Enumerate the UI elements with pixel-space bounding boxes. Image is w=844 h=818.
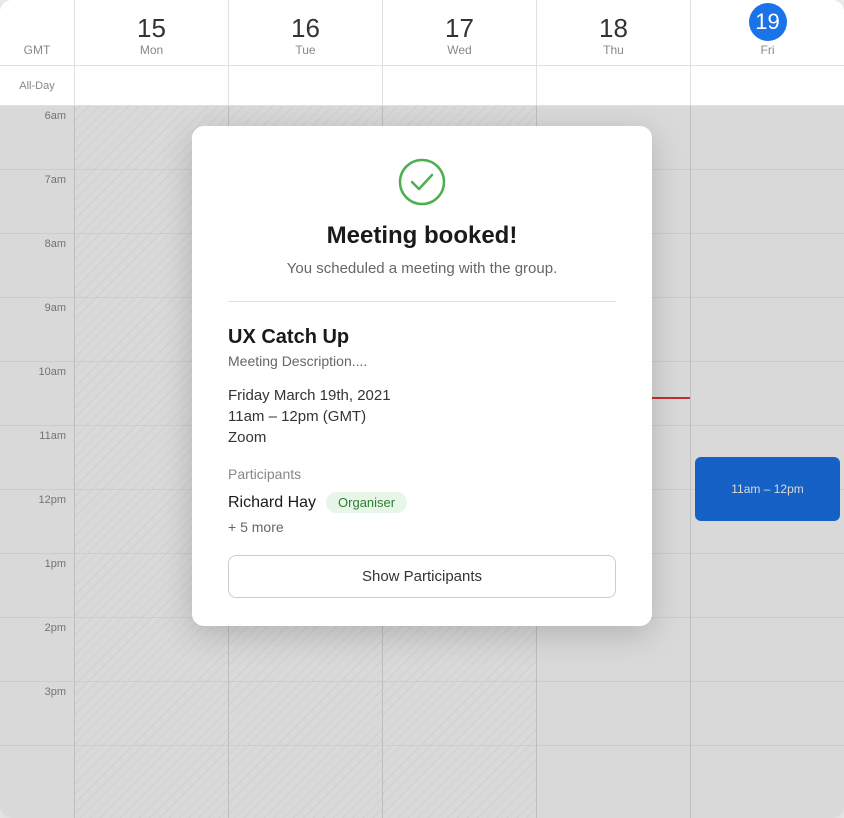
day-number-16: 16 [291, 15, 320, 41]
meeting-time: 11am – 12pm (GMT) [228, 408, 616, 425]
meeting-location: Zoom [228, 429, 616, 446]
header-day-wed: 17 Wed [383, 0, 537, 65]
header-day-thu: 18 Thu [537, 0, 691, 65]
calendar-body: 6am 7am 8am 9am 10am 11am 12pm 1pm 2pm 3… [0, 106, 844, 818]
calendar-wrapper: GMT 15 Mon 16 Tue 17 Wed 18 Thu 19 Fri A… [0, 0, 844, 818]
day-number-15: 15 [137, 15, 166, 41]
meeting-date: Friday March 19th, 2021 [228, 387, 616, 404]
header-day-mon: 15 Mon [75, 0, 229, 65]
day-name-thu: Thu [603, 43, 624, 57]
organiser-badge: Organiser [326, 492, 407, 513]
calendar-header: GMT 15 Mon 16 Tue 17 Wed 18 Thu 19 Fri [0, 0, 844, 66]
day-name-fri: Fri [761, 43, 775, 57]
day-number-17: 17 [445, 15, 474, 41]
meeting-title: UX Catch Up [228, 326, 616, 349]
allday-cell-fri [691, 66, 844, 105]
allday-cell-thu [537, 66, 691, 105]
success-icon-container [228, 158, 616, 206]
check-circle-icon [398, 158, 446, 206]
allday-cell-mon [75, 66, 229, 105]
modal-subtitle: You scheduled a meeting with the group. [228, 260, 616, 277]
organiser-name: Richard Hay [228, 494, 316, 512]
day-number-19: 19 [749, 3, 787, 41]
modal-divider [228, 301, 616, 302]
day-name-tue: Tue [295, 43, 315, 57]
modal-title: Meeting booked! [228, 222, 616, 250]
day-name-mon: Mon [140, 43, 163, 57]
participants-row: Richard Hay Organiser [228, 492, 616, 513]
meeting-description: Meeting Description.... [228, 353, 616, 369]
header-day-tue: 16 Tue [229, 0, 383, 65]
allday-cell-wed [383, 66, 537, 105]
gmt-label: GMT [0, 0, 75, 65]
booking-modal: Meeting booked! You scheduled a meeting … [192, 126, 652, 626]
allday-row: All-Day [0, 66, 844, 106]
day-name-wed: Wed [447, 43, 471, 57]
modal-overlay: Meeting booked! You scheduled a meeting … [0, 106, 844, 818]
allday-cell-tue [229, 66, 383, 105]
participants-label: Participants [228, 466, 616, 482]
more-participants: + 5 more [228, 519, 616, 535]
header-day-fri: 19 Fri [691, 0, 844, 65]
allday-label: All-Day [0, 66, 75, 105]
show-participants-button[interactable]: Show Participants [228, 555, 616, 598]
day-number-18: 18 [599, 15, 628, 41]
